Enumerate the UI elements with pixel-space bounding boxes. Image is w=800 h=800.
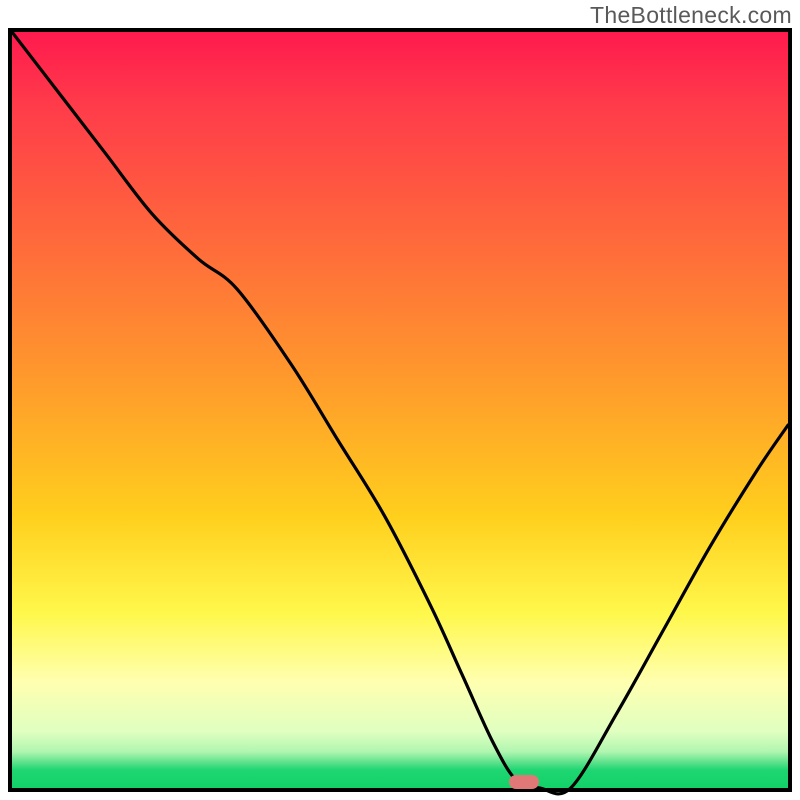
optimal-marker [509,775,539,789]
bottleneck-curve [12,32,788,794]
watermark-label: TheBottleneck.com [590,2,792,29]
chart-container: TheBottleneck.com [0,0,800,800]
plot-area [8,28,792,792]
curve-layer [12,32,788,788]
